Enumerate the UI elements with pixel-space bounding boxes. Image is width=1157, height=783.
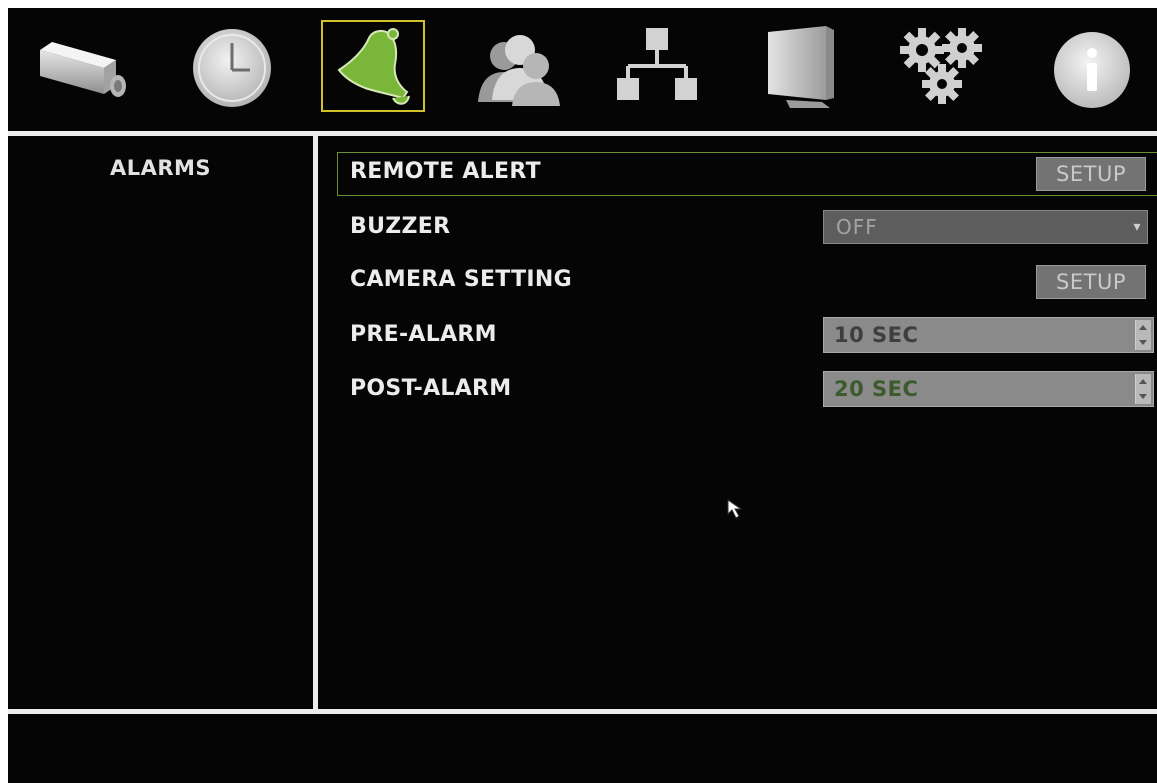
- post-alarm-label: POST-ALARM: [350, 376, 512, 401]
- pre-alarm-label: PRE-ALARM: [350, 322, 497, 347]
- network-icon[interactable]: [606, 20, 710, 112]
- spinner-arrows-icon[interactable]: [1135, 320, 1151, 350]
- camera-setting-setup-button[interactable]: SETUP: [1036, 265, 1146, 299]
- camera-setting-label: CAMERA SETTING: [350, 267, 572, 292]
- sidebar-title-alarms[interactable]: ALARMS: [8, 156, 313, 180]
- buzzer-select[interactable]: OFF ▾: [823, 210, 1148, 244]
- remote-alert-label: REMOTE ALERT: [350, 159, 541, 184]
- buzzer-label: BUZZER: [350, 214, 451, 239]
- top-toolbar: [8, 8, 1157, 126]
- pre-alarm-stepper[interactable]: 10 SEC: [823, 317, 1154, 353]
- post-alarm-value: 20 SEC: [834, 377, 919, 401]
- post-alarm-stepper[interactable]: 20 SEC: [823, 371, 1154, 407]
- users-icon[interactable]: [468, 20, 572, 112]
- bottom-divider: [8, 709, 1157, 714]
- mouse-cursor-icon: [726, 498, 746, 524]
- vertical-divider: [313, 136, 318, 709]
- dvr-menu-screen: ALARMS REMOTE ALERT SETUP BUZZER OFF ▾ C…: [8, 8, 1157, 783]
- camera-icon[interactable]: [26, 20, 130, 112]
- dropdown-arrow-icon: ▾: [1133, 219, 1141, 235]
- info-icon[interactable]: [1038, 20, 1142, 112]
- gears-icon[interactable]: [890, 20, 994, 112]
- remote-alert-setup-button[interactable]: SETUP: [1036, 157, 1146, 191]
- buzzer-value: OFF: [836, 215, 878, 239]
- clock-icon[interactable]: [176, 20, 280, 112]
- top-divider: [8, 131, 1157, 136]
- pre-alarm-value: 10 SEC: [834, 323, 919, 347]
- alarm-bell-icon[interactable]: [321, 20, 425, 112]
- monitor-icon[interactable]: [756, 20, 860, 112]
- spinner-arrows-icon[interactable]: [1135, 374, 1151, 404]
